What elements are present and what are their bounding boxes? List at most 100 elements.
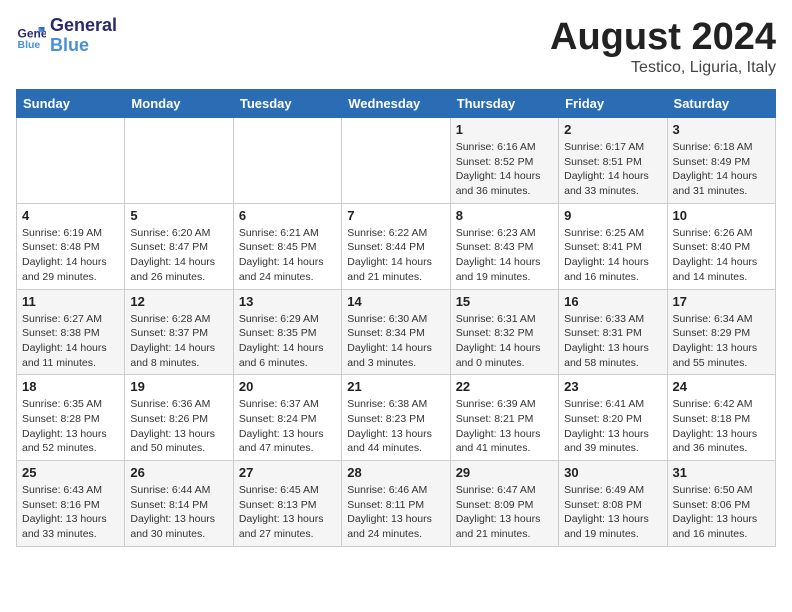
day-cell: 6 Sunrise: 6:21 AM Sunset: 8:45 PM Daylig… — [233, 203, 341, 289]
day-number: 19 — [130, 379, 227, 394]
day-info: Sunrise: 6:49 AM Sunset: 8:08 PM Dayligh… — [564, 483, 661, 542]
day-cell: 12Sunrise: 6:28 AM Sunset: 8:37 PM Dayli… — [125, 289, 233, 375]
week-row-4: 18 Sunrise: 6:35 AM Sunset: 8:28 PM Dayli… — [17, 375, 776, 461]
day-info: Sunrise: 6:34 AM Sunset: 8:29 PM Dayligh… — [673, 312, 770, 371]
weekday-header-saturday: Saturday — [667, 90, 775, 118]
day-cell: 1Sunrise: 6:16 AM Sunset: 8:52 PM Daylig… — [450, 118, 558, 204]
svg-text:Blue: Blue — [18, 39, 41, 51]
day-cell: 15Sunrise: 6:31 AM Sunset: 8:32 PM Dayli… — [450, 289, 558, 375]
day-info: Sunrise: 6:45 AM Sunset: 8:13 PM Dayligh… — [239, 483, 336, 542]
day-number: 1 — [456, 122, 553, 137]
day-info: Sunrise: 6:44 AM Sunset: 8:14 PM Dayligh… — [130, 483, 227, 542]
day-info: Sunrise: 6:37 AM Sunset: 8:24 PM Dayligh… — [239, 397, 336, 456]
day-number: 29 — [456, 465, 553, 480]
day-cell: 24Sunrise: 6:42 AM Sunset: 8:18 PM Dayli… — [667, 375, 775, 461]
day-info: Sunrise: 6:41 AM Sunset: 8:20 PM Dayligh… — [564, 397, 661, 456]
day-number: 7 — [347, 208, 444, 223]
day-info: Sunrise: 6:28 AM Sunset: 8:37 PM Dayligh… — [130, 312, 227, 371]
day-info: Sunrise: 6:39 AM Sunset: 8:21 PM Dayligh… — [456, 397, 553, 456]
day-info: Sunrise: 6:35 AM Sunset: 8:28 PM Dayligh… — [22, 397, 119, 456]
day-number: 2 — [564, 122, 661, 137]
day-number: 5 — [130, 208, 227, 223]
header: General Blue General Blue August 2024 Te… — [16, 16, 776, 77]
day-number: 14 — [347, 294, 444, 309]
day-info: Sunrise: 6:46 AM Sunset: 8:11 PM Dayligh… — [347, 483, 444, 542]
weekday-header-thursday: Thursday — [450, 90, 558, 118]
day-cell: 31Sunrise: 6:50 AM Sunset: 8:06 PM Dayli… — [667, 461, 775, 547]
day-info: Sunrise: 6:33 AM Sunset: 8:31 PM Dayligh… — [564, 312, 661, 371]
day-cell: 11 Sunrise: 6:27 AM Sunset: 8:38 PM Dayli… — [17, 289, 125, 375]
day-number: 17 — [673, 294, 770, 309]
day-cell: 29 Sunrise: 6:47 AM Sunset: 8:09 PM Dayli… — [450, 461, 558, 547]
day-cell: 10 Sunrise: 6:26 AM Sunset: 8:40 PM Dayli… — [667, 203, 775, 289]
week-row-1: 1Sunrise: 6:16 AM Sunset: 8:52 PM Daylig… — [17, 118, 776, 204]
day-cell: 4Sunrise: 6:19 AM Sunset: 8:48 PM Daylig… — [17, 203, 125, 289]
day-cell — [17, 118, 125, 204]
day-number: 18 — [22, 379, 119, 394]
day-number: 16 — [564, 294, 661, 309]
logo: General Blue General Blue — [16, 16, 117, 56]
day-number: 4 — [22, 208, 119, 223]
logo-general: General — [50, 16, 117, 36]
day-number: 26 — [130, 465, 227, 480]
day-info: Sunrise: 6:21 AM Sunset: 8:45 PM Dayligh… — [239, 226, 336, 285]
day-info: Sunrise: 6:47 AM Sunset: 8:09 PM Dayligh… — [456, 483, 553, 542]
day-number: 10 — [673, 208, 770, 223]
logo-blue: Blue — [50, 36, 117, 56]
day-info: Sunrise: 6:23 AM Sunset: 8:43 PM Dayligh… — [456, 226, 553, 285]
day-cell: 28Sunrise: 6:46 AM Sunset: 8:11 PM Dayli… — [342, 461, 450, 547]
day-number: 21 — [347, 379, 444, 394]
day-cell — [342, 118, 450, 204]
day-number: 13 — [239, 294, 336, 309]
weekday-header-friday: Friday — [559, 90, 667, 118]
day-cell: 17 Sunrise: 6:34 AM Sunset: 8:29 PM Dayli… — [667, 289, 775, 375]
day-cell: 30 Sunrise: 6:49 AM Sunset: 8:08 PM Dayli… — [559, 461, 667, 547]
title-area: August 2024 Testico, Liguria, Italy — [550, 16, 776, 77]
day-cell: 14 Sunrise: 6:30 AM Sunset: 8:34 PM Dayli… — [342, 289, 450, 375]
day-cell: 8 Sunrise: 6:23 AM Sunset: 8:43 PM Daylig… — [450, 203, 558, 289]
day-info: Sunrise: 6:43 AM Sunset: 8:16 PM Dayligh… — [22, 483, 119, 542]
day-info: Sunrise: 6:22 AM Sunset: 8:44 PM Dayligh… — [347, 226, 444, 285]
weekday-header-tuesday: Tuesday — [233, 90, 341, 118]
logo-icon: General Blue — [16, 21, 46, 51]
location: Testico, Liguria, Italy — [550, 59, 776, 77]
week-row-5: 25 Sunrise: 6:43 AM Sunset: 8:16 PM Dayli… — [17, 461, 776, 547]
day-cell: 13 Sunrise: 6:29 AM Sunset: 8:35 PM Dayli… — [233, 289, 341, 375]
day-info: Sunrise: 6:30 AM Sunset: 8:34 PM Dayligh… — [347, 312, 444, 371]
day-info: Sunrise: 6:29 AM Sunset: 8:35 PM Dayligh… — [239, 312, 336, 371]
day-info: Sunrise: 6:25 AM Sunset: 8:41 PM Dayligh… — [564, 226, 661, 285]
day-info: Sunrise: 6:18 AM Sunset: 8:49 PM Dayligh… — [673, 140, 770, 199]
day-cell — [233, 118, 341, 204]
month-year: August 2024 — [550, 16, 776, 59]
week-row-3: 11 Sunrise: 6:27 AM Sunset: 8:38 PM Dayli… — [17, 289, 776, 375]
calendar-table: SundayMondayTuesdayWednesdayThursdayFrid… — [16, 89, 776, 547]
day-info: Sunrise: 6:38 AM Sunset: 8:23 PM Dayligh… — [347, 397, 444, 456]
day-number: 25 — [22, 465, 119, 480]
day-info: Sunrise: 6:26 AM Sunset: 8:40 PM Dayligh… — [673, 226, 770, 285]
day-info: Sunrise: 6:36 AM Sunset: 8:26 PM Dayligh… — [130, 397, 227, 456]
day-cell: 21 Sunrise: 6:38 AM Sunset: 8:23 PM Dayli… — [342, 375, 450, 461]
day-number: 22 — [456, 379, 553, 394]
day-number: 20 — [239, 379, 336, 394]
day-cell: 3Sunrise: 6:18 AM Sunset: 8:49 PM Daylig… — [667, 118, 775, 204]
day-cell: 26 Sunrise: 6:44 AM Sunset: 8:14 PM Dayli… — [125, 461, 233, 547]
day-number: 8 — [456, 208, 553, 223]
day-info: Sunrise: 6:42 AM Sunset: 8:18 PM Dayligh… — [673, 397, 770, 456]
week-row-2: 4Sunrise: 6:19 AM Sunset: 8:48 PM Daylig… — [17, 203, 776, 289]
day-number: 11 — [22, 294, 119, 309]
day-number: 9 — [564, 208, 661, 223]
day-cell — [125, 118, 233, 204]
day-cell: 27Sunrise: 6:45 AM Sunset: 8:13 PM Dayli… — [233, 461, 341, 547]
weekday-header-row: SundayMondayTuesdayWednesdayThursdayFrid… — [17, 90, 776, 118]
day-cell: 9 Sunrise: 6:25 AM Sunset: 8:41 PM Daylig… — [559, 203, 667, 289]
day-cell: 19 Sunrise: 6:36 AM Sunset: 8:26 PM Dayli… — [125, 375, 233, 461]
day-number: 6 — [239, 208, 336, 223]
day-info: Sunrise: 6:20 AM Sunset: 8:47 PM Dayligh… — [130, 226, 227, 285]
day-number: 30 — [564, 465, 661, 480]
day-number: 31 — [673, 465, 770, 480]
day-cell: 20 Sunrise: 6:37 AM Sunset: 8:24 PM Dayli… — [233, 375, 341, 461]
day-info: Sunrise: 6:27 AM Sunset: 8:38 PM Dayligh… — [22, 312, 119, 371]
day-number: 23 — [564, 379, 661, 394]
day-cell: 18 Sunrise: 6:35 AM Sunset: 8:28 PM Dayli… — [17, 375, 125, 461]
day-cell: 23 Sunrise: 6:41 AM Sunset: 8:20 PM Dayli… — [559, 375, 667, 461]
